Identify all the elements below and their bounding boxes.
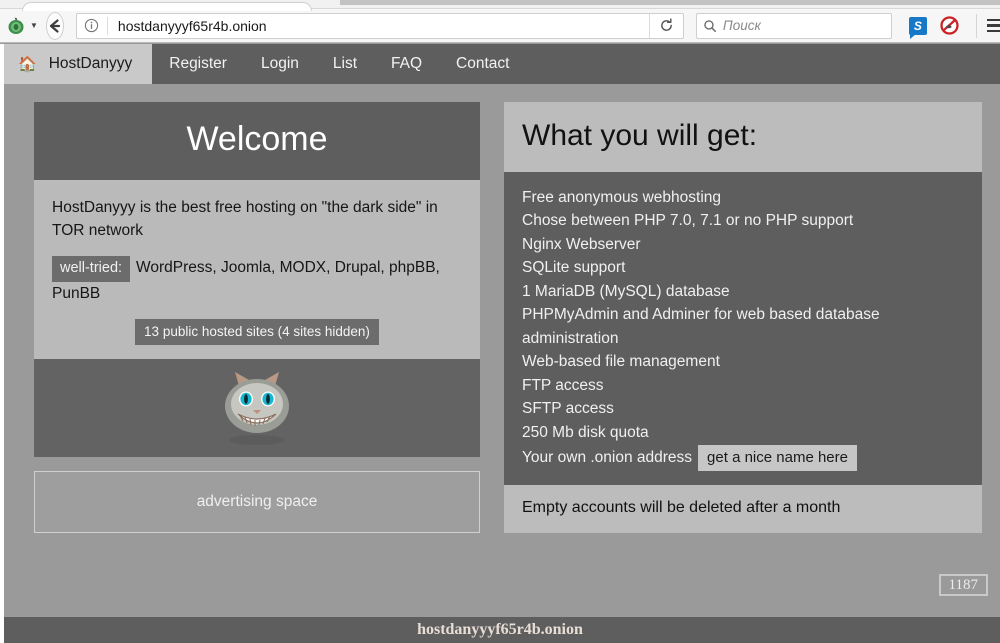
visitor-counter-wrap: 1187	[939, 576, 988, 594]
features-body: Free anonymous webhosting Chose between …	[504, 172, 982, 486]
list-item: 250 Mb disk quota	[522, 421, 964, 445]
page-footer: hostdanyyyf65r4b.onion	[0, 617, 1000, 643]
list-item: SQLite support	[522, 256, 964, 280]
info-circle-icon[interactable]	[77, 14, 107, 38]
browser-tab[interactable]	[22, 2, 312, 11]
advertising-space[interactable]: advertising space	[34, 471, 480, 533]
sidebar-item-home[interactable]: 🏠 HostDanyyy	[0, 44, 152, 84]
browser-window: ▼ hostdanyyyf65r4b.onion	[0, 0, 1000, 643]
hamburger-bar	[987, 24, 1000, 27]
search-input-placeholder[interactable]: Поиск	[723, 18, 761, 33]
onion-address-label: Your own .onion address	[522, 449, 692, 466]
tab-strip	[0, 0, 1000, 9]
nav-item-list[interactable]: List	[316, 44, 374, 84]
back-button[interactable]	[46, 12, 64, 40]
extension-icons: S	[908, 16, 960, 36]
search-bar[interactable]: Поиск	[696, 13, 892, 39]
nav-item-contact[interactable]: Contact	[439, 44, 526, 84]
welcome-column: Welcome HostDanyyy is the best free host…	[34, 102, 480, 533]
list-item: Chose between PHP 7.0, 7.1 or no PHP sup…	[522, 209, 964, 233]
get-nice-name-button[interactable]: get a nice name here	[698, 445, 857, 472]
reload-icon[interactable]	[649, 14, 683, 38]
background-window-sliver	[0, 44, 4, 643]
hamburger-menu-icon[interactable]	[976, 14, 1000, 38]
well-tried-row: well-tried:WordPress, Joomla, MODX, Drup…	[52, 256, 462, 305]
tor-onion-icon[interactable]	[6, 13, 26, 39]
noscript-blocked-icon[interactable]	[940, 16, 960, 36]
hosted-sites-stats-wrap: 13 public hosted sites (4 sites hidden)	[52, 319, 462, 345]
welcome-intro: HostDanyyy is the best free hosting on "…	[52, 196, 462, 243]
home-icon: 🏠	[18, 55, 37, 73]
list-item: Free anonymous webhosting	[522, 186, 964, 210]
well-tried-tag: well-tried:	[52, 256, 130, 282]
hamburger-bar	[987, 30, 1000, 33]
features-panel: What you will get: Free anonymous webhos…	[504, 102, 982, 533]
browser-toolbar: ▼ hostdanyyyf65r4b.onion	[0, 9, 1000, 43]
site-navbar: 🏠 HostDanyyy Register Login List FAQ Con…	[0, 44, 1000, 84]
list-item: PHPMyAdmin and Adminer for web based dat…	[522, 303, 964, 350]
nav-item-register[interactable]: Register	[152, 44, 244, 84]
footer-domain: hostdanyyyf65r4b.onion	[417, 621, 583, 639]
list-item: SFTP access	[522, 397, 964, 421]
list-item-onion: Your own .onion address get a nice name h…	[522, 445, 964, 472]
nav-item-faq[interactable]: FAQ	[374, 44, 439, 84]
search-icon	[697, 19, 723, 33]
page-viewport: 🏠 HostDanyyy Register Login List FAQ Con…	[0, 44, 1000, 643]
list-item: 1 MariaDB (MySQL) database	[522, 280, 964, 304]
cheshire-cat-image	[34, 359, 480, 457]
skype-icon[interactable]: S	[908, 16, 928, 36]
hamburger-bar	[987, 19, 1000, 22]
features-title: What you will get:	[504, 102, 982, 172]
welcome-body: HostDanyyy is the best free hosting on "…	[34, 180, 480, 360]
welcome-title: Welcome	[34, 102, 480, 180]
features-footer-note: Empty accounts will be deleted after a m…	[504, 485, 982, 533]
features-column: What you will get: Free anonymous webhos…	[504, 102, 982, 533]
address-bar-url[interactable]: hostdanyyyf65r4b.onion	[108, 18, 649, 34]
welcome-panel: Welcome HostDanyyy is the best free host…	[34, 102, 480, 533]
list-item: Nginx Webserver	[522, 233, 964, 257]
skype-badge-label: S	[909, 17, 927, 35]
hosted-sites-stats: 13 public hosted sites (4 sites hidden)	[135, 319, 379, 345]
visitor-counter: 1187	[939, 574, 988, 596]
list-item: FTP access	[522, 374, 964, 398]
nav-links: Register Login List FAQ Contact	[152, 44, 526, 84]
address-bar[interactable]: hostdanyyyf65r4b.onion	[76, 13, 684, 39]
tab-strip-filler	[340, 0, 1000, 5]
list-item: Web-based file management	[522, 350, 964, 374]
nav-item-login[interactable]: Login	[244, 44, 316, 84]
features-list: Free anonymous webhosting Chose between …	[522, 186, 964, 472]
brand-label: HostDanyyy	[49, 55, 133, 73]
chevron-down-icon[interactable]: ▼	[30, 13, 38, 39]
page-content: Welcome HostDanyyy is the best free host…	[0, 84, 1000, 533]
